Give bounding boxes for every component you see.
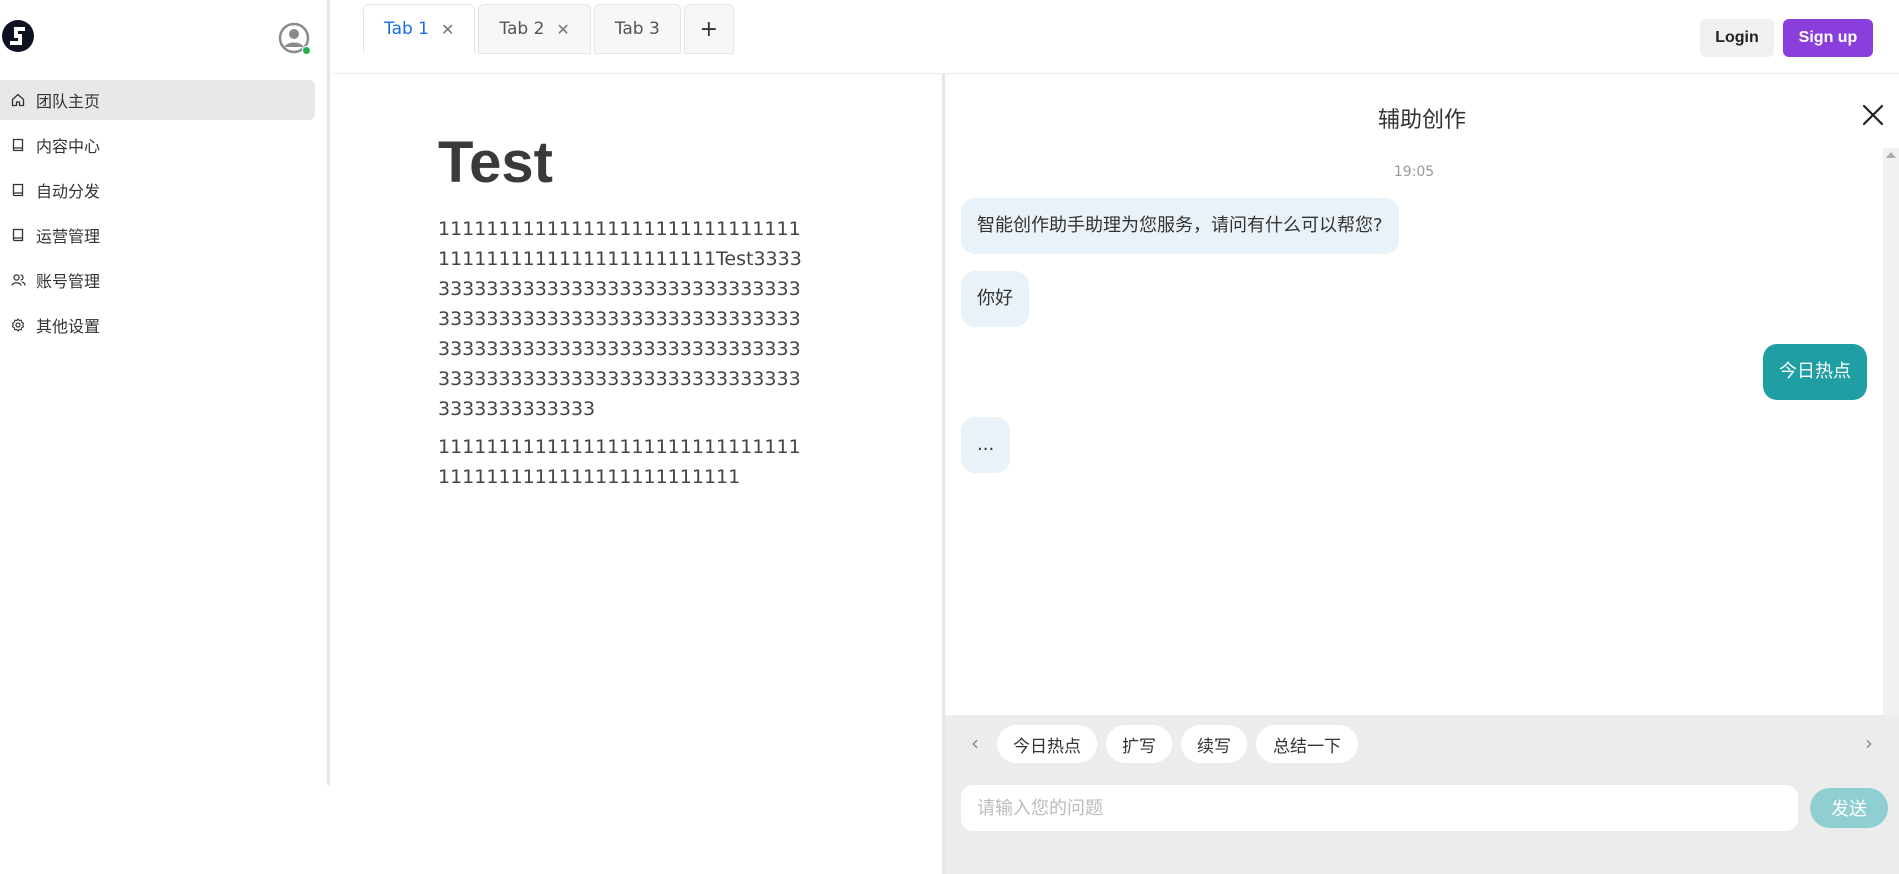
close-icon[interactable]: ✕ bbox=[441, 20, 454, 39]
app-logo[interactable] bbox=[2, 20, 34, 52]
bot-message: 智能创作助手助理为您服务，请问有什么可以帮您? bbox=[961, 198, 1399, 254]
sidebar-item-operations[interactable]: 运营管理 bbox=[0, 215, 315, 255]
assistant-panel: 辅助创作 19:05 智能创作助手助理为您服务，请问有什么可以帮您? 你好 今日… bbox=[945, 74, 1899, 874]
chip-expand[interactable]: 扩写 bbox=[1106, 725, 1172, 763]
chip-label: 续写 bbox=[1197, 736, 1231, 757]
close-icon[interactable]: ✕ bbox=[556, 20, 569, 39]
sidebar-item-label: 运营管理 bbox=[36, 227, 101, 246]
sidebar-item-label: 其他设置 bbox=[36, 317, 101, 336]
message-text: ... bbox=[977, 434, 995, 455]
chevron-right-icon[interactable]: › bbox=[1865, 731, 1873, 755]
bot-message: 你好 bbox=[961, 271, 1029, 327]
users-icon bbox=[10, 272, 26, 288]
chat-scrollbar[interactable] bbox=[1883, 148, 1899, 718]
sidebar: 团队主页 内容中心 自动分发 运营管理 账号管理 其他设置 bbox=[0, 0, 330, 785]
sidebar-item-label: 自动分发 bbox=[36, 182, 101, 201]
message-text: 智能创作助手助理为您服务，请问有什么可以帮您? bbox=[977, 215, 1383, 236]
scroll-up-icon[interactable] bbox=[1886, 152, 1896, 158]
sidebar-nav: 团队主页 内容中心 自动分发 运营管理 账号管理 其他设置 bbox=[0, 80, 315, 350]
sidebar-item-accounts[interactable]: 账号管理 bbox=[0, 260, 315, 300]
bot-message: ... bbox=[961, 417, 1011, 473]
sidebar-item-content-center[interactable]: 内容中心 bbox=[0, 125, 315, 165]
online-status-dot bbox=[302, 46, 311, 55]
document-paragraph[interactable]: 1111111111111111111111111111111111111111… bbox=[438, 432, 808, 492]
tab-bar: Tab 1 ✕ Tab 2 ✕ Tab 3 + bbox=[333, 0, 1899, 74]
chip-continue[interactable]: 续写 bbox=[1181, 725, 1247, 763]
home-icon bbox=[10, 92, 26, 108]
message-timestamp: 19:05 bbox=[1393, 164, 1435, 180]
close-icon bbox=[1862, 104, 1884, 126]
send-button[interactable]: 发送 bbox=[1810, 788, 1888, 828]
tab-list: Tab 1 ✕ Tab 2 ✕ Tab 3 + bbox=[363, 4, 737, 54]
quick-prompt-bar: ‹ 今日热点 扩写 续写 总结一下 › bbox=[945, 715, 1899, 773]
chip-label: 今日热点 bbox=[1013, 736, 1081, 757]
tab-3[interactable]: Tab 3 bbox=[593, 4, 681, 54]
tab-1[interactable]: Tab 1 ✕ bbox=[363, 4, 476, 54]
tab-label: Tab 2 bbox=[499, 19, 545, 39]
chip-summarize[interactable]: 总结一下 bbox=[1256, 725, 1358, 763]
plus-icon: + bbox=[699, 16, 719, 42]
chat-input-bar: 发送 bbox=[945, 773, 1899, 874]
tab-2[interactable]: Tab 2 ✕ bbox=[478, 4, 591, 54]
tab-label: Tab 1 bbox=[384, 19, 429, 39]
message-text: 今日热点 bbox=[1779, 361, 1851, 382]
add-tab-button[interactable]: + bbox=[683, 4, 734, 54]
chip-label: 总结一下 bbox=[1273, 736, 1341, 757]
chat-input[interactable] bbox=[961, 785, 1798, 831]
book-icon bbox=[10, 227, 26, 243]
message-text: 你好 bbox=[977, 288, 1013, 309]
chip-today-hot[interactable]: 今日热点 bbox=[997, 725, 1097, 763]
document-paragraph[interactable]: 1111111111111111111111111111111111111111… bbox=[438, 214, 808, 424]
book-icon bbox=[10, 137, 26, 153]
close-panel-button[interactable] bbox=[1860, 102, 1886, 128]
sidebar-item-label: 账号管理 bbox=[36, 272, 101, 291]
sidebar-item-label: 内容中心 bbox=[36, 137, 101, 156]
sidebar-item-auto-distribute[interactable]: 自动分发 bbox=[0, 170, 315, 210]
tab-label: Tab 3 bbox=[614, 19, 660, 39]
sidebar-item-label: 团队主页 bbox=[36, 92, 101, 111]
document-title[interactable]: Test bbox=[438, 120, 808, 206]
user-message: 今日热点 bbox=[1763, 344, 1867, 400]
logo-icon bbox=[10, 27, 25, 45]
login-button[interactable]: Login bbox=[1700, 19, 1774, 57]
chevron-left-icon[interactable]: ‹ bbox=[971, 731, 979, 755]
sidebar-item-settings[interactable]: 其他设置 bbox=[0, 305, 315, 345]
chip-label: 扩写 bbox=[1122, 736, 1156, 757]
panel-title: 辅助创作 bbox=[1377, 108, 1466, 133]
book-icon bbox=[10, 182, 26, 198]
gear-icon bbox=[10, 317, 26, 333]
sidebar-item-team-home[interactable]: 团队主页 bbox=[0, 80, 315, 120]
document-editor[interactable]: Test 11111111111111111111111111111111111… bbox=[438, 120, 808, 492]
signup-button[interactable]: Sign up bbox=[1783, 19, 1873, 57]
